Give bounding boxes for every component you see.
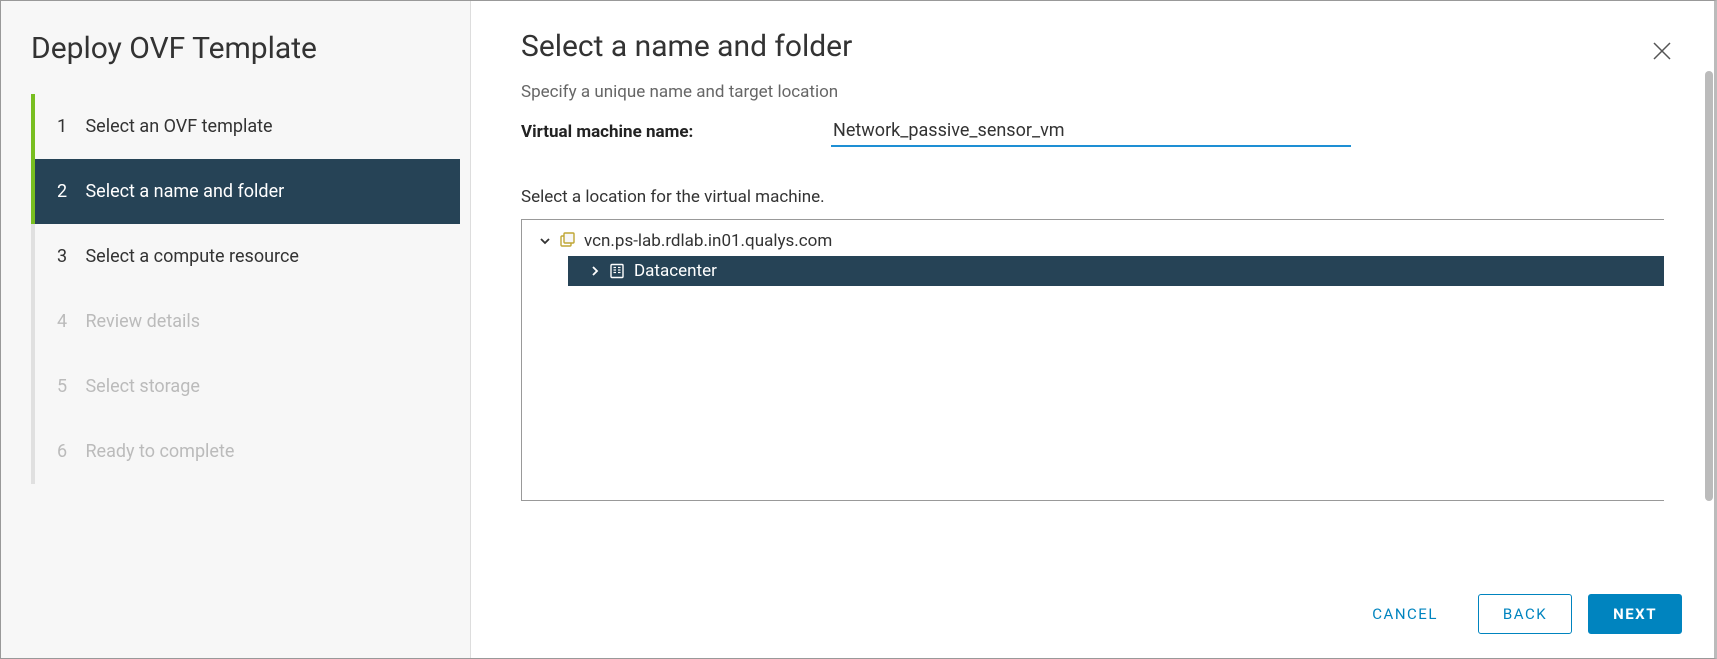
- vcenter-icon: [556, 232, 578, 250]
- tree-node-label: vcn.ps-lab.rdlab.in01.qualys.com: [584, 231, 832, 251]
- dialog-footer: CANCEL BACK NEXT: [1348, 594, 1682, 634]
- wizard-steps: 1 Select an OVF template 2 Select a name…: [31, 94, 460, 484]
- vm-name-input[interactable]: [831, 116, 1351, 147]
- step-number: 4: [57, 311, 81, 332]
- step-label: Select a name and folder: [85, 181, 284, 202]
- chevron-right-icon[interactable]: [584, 265, 606, 277]
- chevron-down-icon[interactable]: [534, 235, 556, 247]
- step-label: Ready to complete: [85, 441, 234, 462]
- step-label: Select a compute resource: [85, 246, 298, 267]
- step-select-storage: 5 Select storage: [35, 354, 460, 419]
- cancel-button[interactable]: CANCEL: [1348, 595, 1462, 633]
- scrollbar-thumb[interactable]: [1705, 71, 1713, 501]
- tree-node-label: Datacenter: [634, 261, 717, 281]
- step-label: Review details: [85, 311, 200, 332]
- step-ready-to-complete: 6 Ready to complete: [35, 419, 460, 484]
- page-subtitle: Specify a unique name and target locatio…: [521, 82, 1664, 102]
- datacenter-icon: [606, 263, 628, 279]
- step-number: 5: [57, 376, 81, 397]
- main-content: Select a name and folder Specify a uniqu…: [471, 1, 1714, 658]
- step-number: 3: [57, 246, 81, 267]
- tree-node-datacenter[interactable]: Datacenter: [568, 256, 1664, 286]
- step-select-name-folder[interactable]: 2 Select a name and folder: [35, 159, 460, 224]
- step-select-ovf-template[interactable]: 1 Select an OVF template: [35, 94, 460, 159]
- step-select-compute-resource: 3 Select a compute resource: [35, 224, 460, 289]
- back-button[interactable]: BACK: [1478, 594, 1572, 634]
- step-review-details: 4 Review details: [35, 289, 460, 354]
- step-number: 2: [57, 181, 81, 202]
- location-label: Select a location for the virtual machin…: [521, 187, 1664, 207]
- vm-name-label: Virtual machine name:: [521, 122, 831, 142]
- step-label: Select storage: [85, 376, 199, 397]
- next-button[interactable]: NEXT: [1588, 594, 1682, 634]
- tree-node-vcenter[interactable]: vcn.ps-lab.rdlab.in01.qualys.com: [522, 226, 1664, 256]
- location-tree[interactable]: vcn.ps-lab.rdlab.in01.qualys.com: [521, 219, 1664, 501]
- step-number: 1: [57, 116, 81, 137]
- step-label: Select an OVF template: [85, 116, 272, 137]
- page-title: Select a name and folder: [521, 29, 1664, 64]
- step-number: 6: [57, 441, 81, 462]
- wizard-sidebar: Deploy OVF Template 1 Select an OVF temp…: [1, 1, 471, 658]
- wizard-title: Deploy OVF Template: [1, 31, 470, 94]
